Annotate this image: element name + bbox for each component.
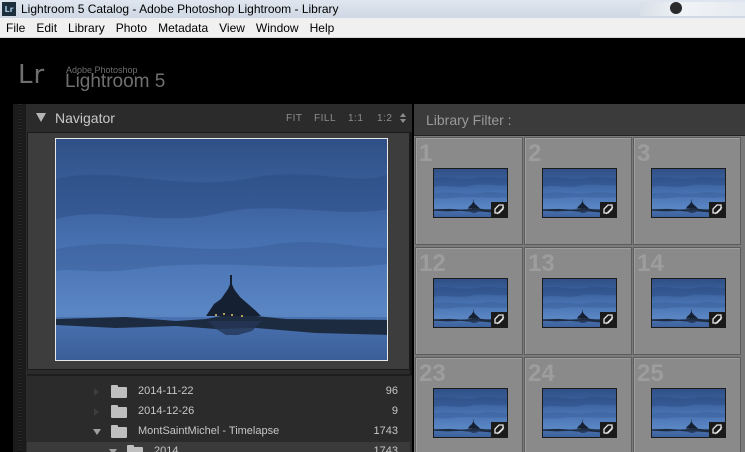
menu-window[interactable]: Window bbox=[250, 21, 304, 35]
grid-cell[interactable]: 2 bbox=[524, 137, 632, 245]
edited-badge-icon[interactable] bbox=[491, 202, 507, 217]
disclosure-triangle-icon[interactable] bbox=[94, 408, 99, 416]
photo-thumbnail[interactable] bbox=[542, 278, 617, 328]
folder-label: MontSaintMichel - Timelapse bbox=[138, 425, 280, 437]
folder-row-2014-12-26[interactable]: 2014-12-26 9 bbox=[27, 402, 410, 422]
zoom-fill-option[interactable]: FILL bbox=[314, 113, 336, 124]
folder-icon bbox=[111, 405, 127, 418]
edited-badge-icon[interactable] bbox=[709, 312, 725, 327]
collapse-triangle-icon[interactable] bbox=[36, 113, 46, 122]
folder-count: 1743 bbox=[373, 425, 398, 437]
navigator-preview-area bbox=[27, 132, 410, 370]
cell-index-number: 23 bbox=[419, 360, 446, 387]
photo-thumbnail[interactable] bbox=[651, 388, 726, 438]
navigator-title: Navigator bbox=[55, 110, 115, 126]
mont-saint-michel-photo bbox=[56, 139, 388, 361]
window-control-icon[interactable] bbox=[670, 2, 682, 14]
folder-label: 2014-11-22 bbox=[138, 385, 194, 397]
brand-line-2: Lightroom 5 bbox=[65, 71, 166, 92]
folder-row-2014[interactable]: 2014 1743 bbox=[27, 442, 410, 452]
cell-index-number: 24 bbox=[528, 360, 555, 387]
library-filter-label: Library Filter : bbox=[426, 112, 512, 128]
folder-label: 2014-12-26 bbox=[138, 405, 195, 417]
folder-row-montsaintmichel-timelapse[interactable]: MontSaintMichel - Timelapse 1743 bbox=[27, 422, 410, 442]
folders-list: 2014-11-22 96 2014-12-26 9 MontSaintMich… bbox=[27, 374, 412, 452]
edited-badge-icon[interactable] bbox=[709, 422, 725, 437]
grid-cell[interactable]: 3 bbox=[633, 137, 741, 245]
identity-plate: Lr Adobe Photoshop Lightroom 5 bbox=[0, 38, 745, 100]
menu-library[interactable]: Library bbox=[62, 21, 110, 35]
disclosure-triangle-icon[interactable] bbox=[93, 429, 101, 435]
photo-thumbnail[interactable] bbox=[542, 388, 617, 438]
menu-view[interactable]: View bbox=[213, 21, 250, 35]
folder-icon bbox=[111, 425, 127, 438]
cell-index-number: 14 bbox=[637, 250, 664, 277]
zoom-1-1-option[interactable]: 1:1 bbox=[348, 113, 363, 124]
photo-thumbnail[interactable] bbox=[433, 168, 508, 218]
menu-edit[interactable]: Edit bbox=[30, 21, 62, 35]
grid-cell[interactable]: 13 bbox=[524, 247, 632, 355]
grid-cell[interactable]: 1 bbox=[415, 137, 523, 245]
disclosure-triangle-icon[interactable] bbox=[94, 388, 99, 396]
navigator-header[interactable]: Navigator FIT FILL 1:1 1:2 bbox=[27, 104, 412, 132]
edited-badge-icon[interactable] bbox=[600, 422, 616, 437]
cell-index-number: 12 bbox=[419, 250, 446, 277]
window-title: Lightroom 5 Catalog - Adobe Photoshop Li… bbox=[21, 2, 339, 16]
zoom-fit-option[interactable]: FIT bbox=[286, 113, 303, 124]
folder-row-2014-11-22[interactable]: 2014-11-22 96 bbox=[27, 382, 410, 402]
menu-metadata[interactable]: Metadata bbox=[152, 21, 213, 35]
menu-bar: File Edit Library Photo Metadata View Wi… bbox=[0, 18, 745, 38]
cell-index-number: 1 bbox=[419, 140, 433, 167]
grid-cell[interactable]: 23 bbox=[415, 357, 523, 452]
thumbnail-grid: 1 2 3 12 13 14 23 24 25 bbox=[414, 137, 745, 452]
title-bar-controls-area bbox=[640, 2, 745, 16]
grid-cell[interactable]: 12 bbox=[415, 247, 523, 355]
folder-count: 9 bbox=[391, 405, 398, 417]
menu-help[interactable]: Help bbox=[304, 21, 340, 35]
photo-thumbnail[interactable] bbox=[433, 278, 508, 328]
zoom-1-2-option[interactable]: 1:2 bbox=[377, 113, 392, 124]
photo-thumbnail[interactable] bbox=[542, 168, 617, 218]
menu-file[interactable]: File bbox=[0, 21, 30, 35]
left-panel-collapse-handle[interactable] bbox=[13, 104, 27, 452]
edited-badge-icon[interactable] bbox=[709, 202, 725, 217]
navigator-preview-image[interactable] bbox=[55, 138, 388, 361]
folder-icon bbox=[127, 445, 143, 452]
cell-index-number: 25 bbox=[637, 360, 664, 387]
library-grid-panel: Library Filter : 1 2 3 12 13 14 23 24 25 bbox=[414, 104, 745, 452]
photo-thumbnail[interactable] bbox=[651, 168, 726, 218]
folder-count: 96 bbox=[385, 385, 398, 397]
lightroom-logo: Lr bbox=[18, 60, 46, 90]
zoom-stepper-icon[interactable] bbox=[399, 112, 407, 124]
grid-cell[interactable]: 25 bbox=[633, 357, 741, 452]
edited-badge-icon[interactable] bbox=[600, 202, 616, 217]
photo-thumbnail[interactable] bbox=[433, 388, 508, 438]
edited-badge-icon[interactable] bbox=[491, 422, 507, 437]
cell-index-number: 13 bbox=[528, 250, 555, 277]
library-filter-bar: Library Filter : bbox=[414, 104, 745, 136]
edited-badge-icon[interactable] bbox=[491, 312, 507, 327]
cell-index-number: 2 bbox=[528, 140, 542, 167]
lightroom-app-icon[interactable]: Lr bbox=[2, 2, 16, 16]
cell-index-number: 3 bbox=[637, 140, 651, 167]
folder-label: 2014 bbox=[154, 445, 179, 452]
menu-photo[interactable]: Photo bbox=[110, 21, 152, 35]
grid-cell[interactable]: 24 bbox=[524, 357, 632, 452]
left-panel: Navigator FIT FILL 1:1 1:2 2014-11-22 96… bbox=[27, 104, 412, 452]
photo-thumbnail[interactable] bbox=[651, 278, 726, 328]
folder-icon bbox=[111, 385, 127, 398]
folder-count: 1743 bbox=[373, 445, 398, 452]
edited-badge-icon[interactable] bbox=[600, 312, 616, 327]
grid-cell[interactable]: 14 bbox=[633, 247, 741, 355]
title-bar: Lr Lightroom 5 Catalog - Adobe Photoshop… bbox=[0, 0, 745, 18]
